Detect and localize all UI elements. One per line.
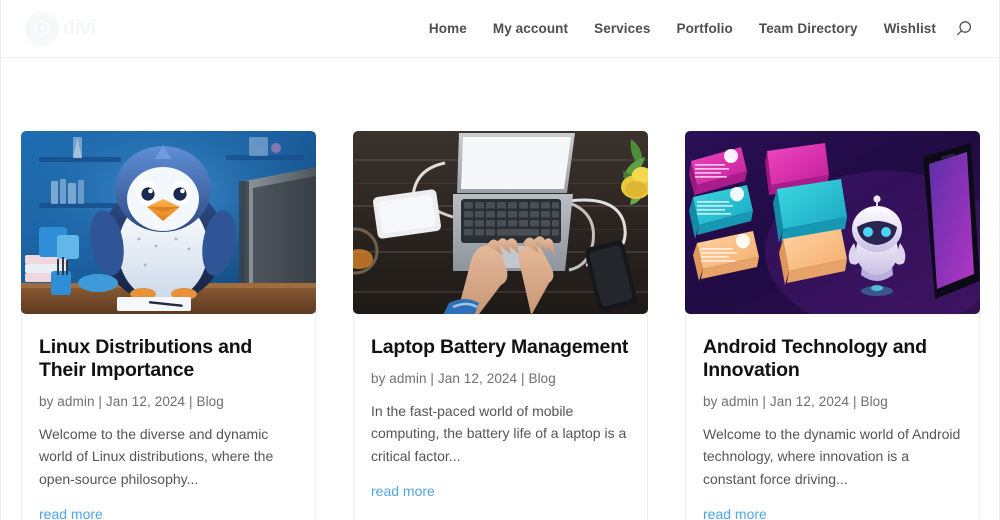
blog-card[interactable]: Linux Distributions and Their Importance… <box>21 131 316 520</box>
chatbot-isometric-illustration[interactable] <box>685 131 980 314</box>
card-body: Android Technology and Innovation by adm… <box>686 314 979 520</box>
search-icon[interactable] <box>951 16 977 42</box>
read-more-link[interactable]: read more <box>703 506 767 520</box>
site-header: D divi Home My account Services Portfoli… <box>1 0 999 58</box>
post-meta: by admin | Jan 12, 2024 | Blog <box>703 393 888 409</box>
post-title[interactable]: Linux Distributions and Their Importance <box>39 336 298 382</box>
card-body: Linux Distributions and Their Importance… <box>22 314 315 520</box>
hands-typing-on-laptop-photo[interactable] <box>353 131 648 314</box>
post-meta: by admin | Jan 12, 2024 | Blog <box>371 370 556 386</box>
nav-item-my-account[interactable]: My account <box>480 21 581 36</box>
primary-nav: Home My account Services Portfolio Team … <box>416 16 977 42</box>
read-more-link[interactable]: read more <box>371 483 435 499</box>
nav-item-services[interactable]: Services <box>581 21 663 36</box>
page-root: D divi Home My account Services Portfoli… <box>0 0 1000 520</box>
post-excerpt: Welcome to the diverse and dynamic world… <box>39 425 274 487</box>
logo-letter: D <box>37 20 48 37</box>
penguin-at-desk-illustration[interactable] <box>21 131 316 314</box>
nav-item-home[interactable]: Home <box>416 21 480 36</box>
logo-mark-icon: D <box>25 11 59 46</box>
card-body: Laptop Battery Management by admin | Jan… <box>354 314 647 520</box>
blog-grid: Linux Distributions and Their Importance… <box>21 131 980 520</box>
blog-grid-section: Linux Distributions and Their Importance… <box>1 58 999 520</box>
nav-item-portfolio[interactable]: Portfolio <box>663 21 745 36</box>
logo-wordmark: divi <box>63 17 96 39</box>
blog-card[interactable]: Laptop Battery Management by admin | Jan… <box>353 131 648 520</box>
post-title[interactable]: Android Technology and Innovation <box>703 336 962 382</box>
site-logo[interactable]: D divi <box>25 11 96 46</box>
nav-item-wishlist[interactable]: Wishlist <box>871 21 949 36</box>
blog-card[interactable]: Android Technology and Innovation by adm… <box>685 131 980 520</box>
post-meta: by admin | Jan 12, 2024 | Blog <box>39 393 224 409</box>
read-more-link[interactable]: read more <box>39 506 103 520</box>
nav-item-team-directory[interactable]: Team Directory <box>746 21 871 36</box>
post-title[interactable]: Laptop Battery Management <box>371 336 630 359</box>
post-excerpt: Welcome to the dynamic world of Android … <box>703 425 961 487</box>
post-excerpt: In the fast-paced world of mobile comput… <box>371 402 627 465</box>
